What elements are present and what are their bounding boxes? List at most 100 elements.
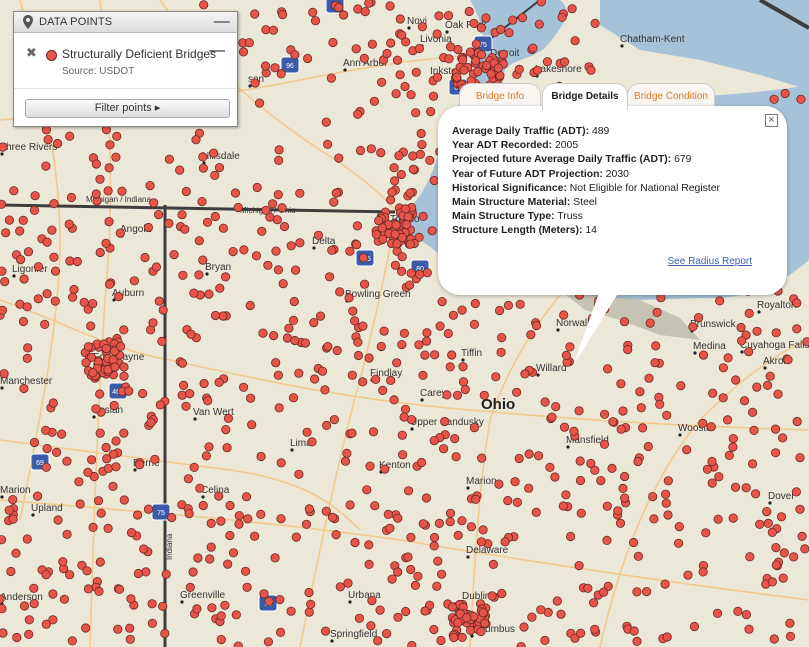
bridge-point[interactable] — [47, 225, 57, 235]
bridge-point[interactable] — [576, 508, 586, 518]
bridge-point[interactable] — [204, 289, 214, 299]
bridge-point[interactable] — [415, 149, 425, 159]
bridge-point[interactable] — [636, 403, 646, 413]
filter-points-button[interactable]: Filter points ▸ — [25, 99, 230, 118]
bridge-point[interactable] — [324, 272, 335, 282]
bridge-point[interactable] — [29, 583, 39, 593]
bridge-point[interactable] — [512, 497, 523, 507]
bridge-point[interactable] — [81, 623, 91, 633]
bridge-point[interactable] — [368, 427, 379, 437]
bridge-point[interactable] — [407, 640, 417, 647]
bridge-point[interactable] — [488, 559, 498, 570]
bridge-point[interactable] — [528, 43, 538, 53]
bridge-point[interactable] — [313, 230, 323, 240]
bridge-point[interactable] — [274, 155, 284, 165]
bridge-point[interactable] — [91, 159, 102, 169]
bridge-point[interactable] — [331, 529, 341, 540]
bridge-point[interactable] — [795, 504, 805, 514]
bridge-point[interactable] — [294, 469, 304, 479]
bridge-point[interactable] — [304, 607, 314, 617]
bridge-point[interactable] — [198, 152, 208, 162]
bridge-point[interactable] — [8, 494, 18, 505]
bridge-point[interactable] — [111, 436, 121, 446]
bridge-point[interactable] — [358, 377, 368, 387]
bridge-point[interactable] — [718, 363, 729, 373]
bridge-point[interactable] — [83, 584, 94, 594]
bridge-point[interactable] — [95, 389, 105, 399]
bridge-point[interactable] — [715, 296, 725, 306]
bridge-point[interactable] — [29, 598, 39, 609]
bridge-point[interactable] — [210, 170, 220, 180]
bridge-point[interactable] — [276, 458, 286, 468]
bridge-point[interactable] — [641, 586, 652, 597]
bridge-point[interactable] — [791, 487, 802, 497]
bridge-point[interactable] — [345, 246, 355, 256]
bridge-point[interactable] — [244, 38, 254, 48]
bridge-point[interactable] — [302, 427, 312, 437]
bridge-point[interactable] — [309, 374, 320, 384]
bridge-point[interactable] — [0, 305, 8, 315]
bridge-point[interactable] — [739, 396, 750, 406]
bridge-point[interactable] — [453, 618, 463, 628]
bridge-point[interactable] — [22, 353, 32, 363]
bridge-point[interactable] — [180, 224, 190, 234]
bridge-point[interactable] — [65, 131, 75, 141]
bridge-point[interactable] — [268, 25, 278, 35]
bridge-point[interactable] — [389, 176, 400, 186]
bridge-point[interactable] — [329, 197, 339, 207]
bridge-point[interactable] — [437, 296, 447, 307]
bridge-point[interactable] — [387, 187, 397, 197]
bridge-point[interactable] — [273, 190, 283, 200]
bridge-point[interactable] — [702, 464, 713, 474]
bridge-point[interactable] — [500, 537, 510, 547]
bridge-point[interactable] — [728, 442, 738, 452]
bridge-point[interactable] — [733, 606, 743, 617]
bridge-point[interactable] — [745, 552, 755, 562]
bridge-point[interactable] — [408, 151, 418, 161]
bridge-point[interactable] — [59, 594, 70, 604]
bridge-point[interactable] — [250, 78, 260, 88]
bridge-point[interactable] — [447, 602, 457, 612]
bridge-point[interactable] — [445, 362, 455, 372]
bridge-point[interactable] — [364, 0, 374, 8]
bridge-point[interactable] — [12, 632, 22, 643]
bridge-point[interactable] — [147, 599, 157, 609]
bridge-point[interactable] — [119, 325, 129, 335]
bridge-point[interactable] — [574, 406, 584, 416]
bridge-point[interactable] — [526, 330, 536, 340]
bridge-point[interactable] — [295, 188, 305, 198]
bridge-point[interactable] — [220, 600, 230, 610]
bridge-point[interactable] — [268, 330, 279, 341]
bridge-point[interactable] — [140, 252, 150, 263]
bridge-point[interactable] — [391, 89, 401, 99]
bridge-point[interactable] — [569, 426, 579, 436]
bridge-point[interactable] — [619, 471, 630, 482]
bridge-point[interactable] — [193, 553, 203, 563]
bridge-point[interactable] — [124, 386, 134, 396]
bridge-point[interactable] — [396, 169, 406, 180]
bridge-point[interactable] — [145, 181, 155, 191]
bridge-point[interactable] — [288, 393, 299, 403]
bridge-point[interactable] — [422, 328, 432, 338]
bridge-point[interactable] — [335, 582, 345, 592]
bridge-point[interactable] — [167, 512, 177, 523]
bridge-point[interactable] — [371, 374, 381, 384]
bridge-point[interactable] — [125, 634, 135, 644]
bridge-point[interactable] — [209, 148, 219, 158]
bridge-point[interactable] — [476, 50, 487, 60]
bridge-point[interactable] — [728, 433, 738, 444]
bridge-point[interactable] — [103, 463, 114, 473]
bridge-point[interactable] — [143, 222, 153, 233]
bridge-point[interactable] — [302, 53, 313, 64]
bridge-point[interactable] — [351, 44, 361, 54]
bridge-point[interactable] — [179, 380, 189, 390]
bridge-point[interactable] — [204, 442, 214, 452]
bridge-point[interactable] — [645, 318, 655, 328]
bridge-point[interactable] — [741, 609, 752, 620]
bridge-point[interactable] — [511, 387, 522, 397]
bridge-point[interactable] — [432, 581, 442, 591]
bridge-point[interactable] — [718, 393, 728, 403]
bridge-point[interactable] — [81, 357, 91, 368]
bridge-point[interactable] — [83, 467, 93, 477]
bridge-point[interactable] — [428, 91, 439, 101]
